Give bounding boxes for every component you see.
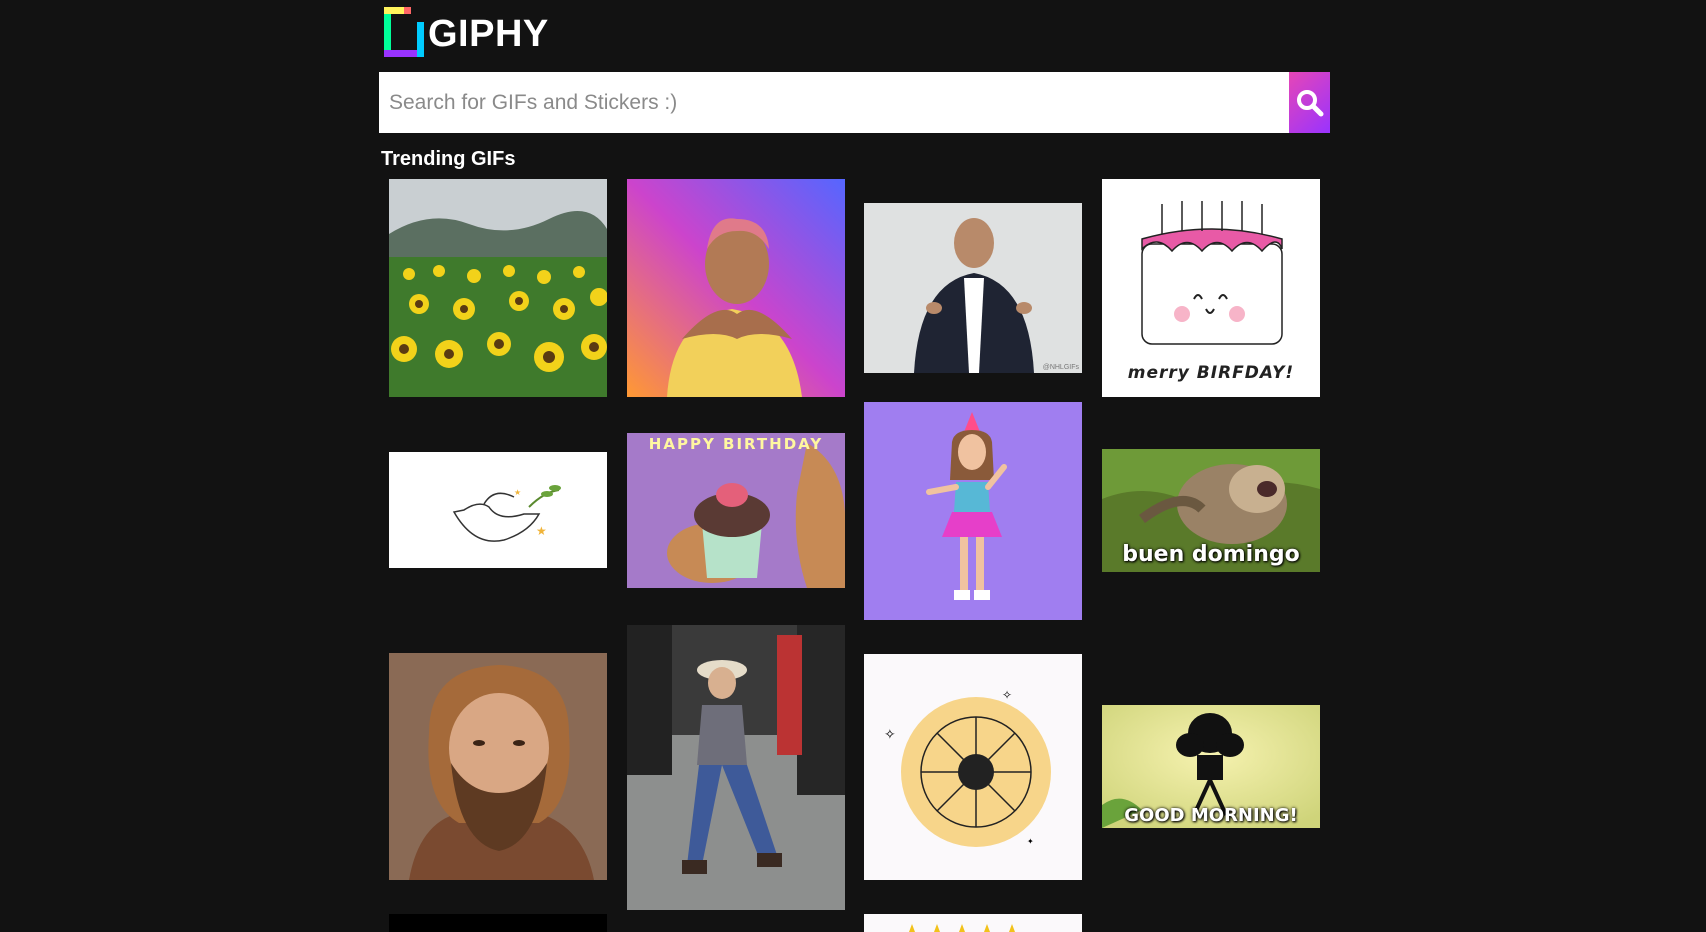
svg-text:★: ★ xyxy=(514,488,521,497)
gif-party-girl[interactable] xyxy=(864,402,1082,620)
gif-watermark: @NHLGIFs xyxy=(1042,364,1079,371)
gif-blowing-kiss[interactable] xyxy=(627,179,845,397)
gif-peace-dove[interactable]: ★ ★ xyxy=(389,452,607,568)
giphy-logo[interactable]: GIPHY xyxy=(383,7,549,57)
gif-good-morning[interactable]: GOOD MORNING! xyxy=(1102,705,1320,828)
gif-caption: buen domingo xyxy=(1122,542,1300,567)
svg-text:✧: ✧ xyxy=(884,726,896,742)
gif-yellow-illustration[interactable] xyxy=(864,914,1082,932)
gif-dark[interactable] xyxy=(389,914,607,932)
logo-text: GIPHY xyxy=(428,13,549,55)
trending-gifs-title: Trending GIFs xyxy=(381,148,516,170)
gif-cowboy-kid[interactable] xyxy=(627,625,845,910)
search-input[interactable] xyxy=(379,72,1289,133)
gif-caption: HAPPY BIRTHDAY xyxy=(648,435,824,453)
svg-text:✦: ✦ xyxy=(1027,837,1034,846)
svg-text:✧: ✧ xyxy=(1002,688,1012,702)
svg-text:★: ★ xyxy=(536,524,547,538)
gif-caption: merry BIRFDAY! xyxy=(1127,363,1295,383)
gif-caption: GOOD MORNING! xyxy=(1124,805,1298,826)
gif-sloth[interactable]: buen domingo xyxy=(1102,449,1320,572)
search-button[interactable] xyxy=(1289,72,1330,133)
giphy-logo-icon xyxy=(383,7,425,57)
gif-birthday-cake[interactable]: merry BIRFDAY! xyxy=(1102,179,1320,397)
search-icon xyxy=(1296,89,1323,116)
gif-bearded-man[interactable] xyxy=(389,653,607,880)
gif-sunflower-illustration[interactable]: ✧ ✧ ✦ xyxy=(864,654,1082,880)
gif-sunflower-field[interactable] xyxy=(389,179,607,397)
gif-birthday-cupcake[interactable]: HAPPY BIRTHDAY xyxy=(627,433,845,588)
search-bar xyxy=(379,72,1330,133)
gif-man-in-suit[interactable]: @NHLGIFs xyxy=(864,203,1082,373)
